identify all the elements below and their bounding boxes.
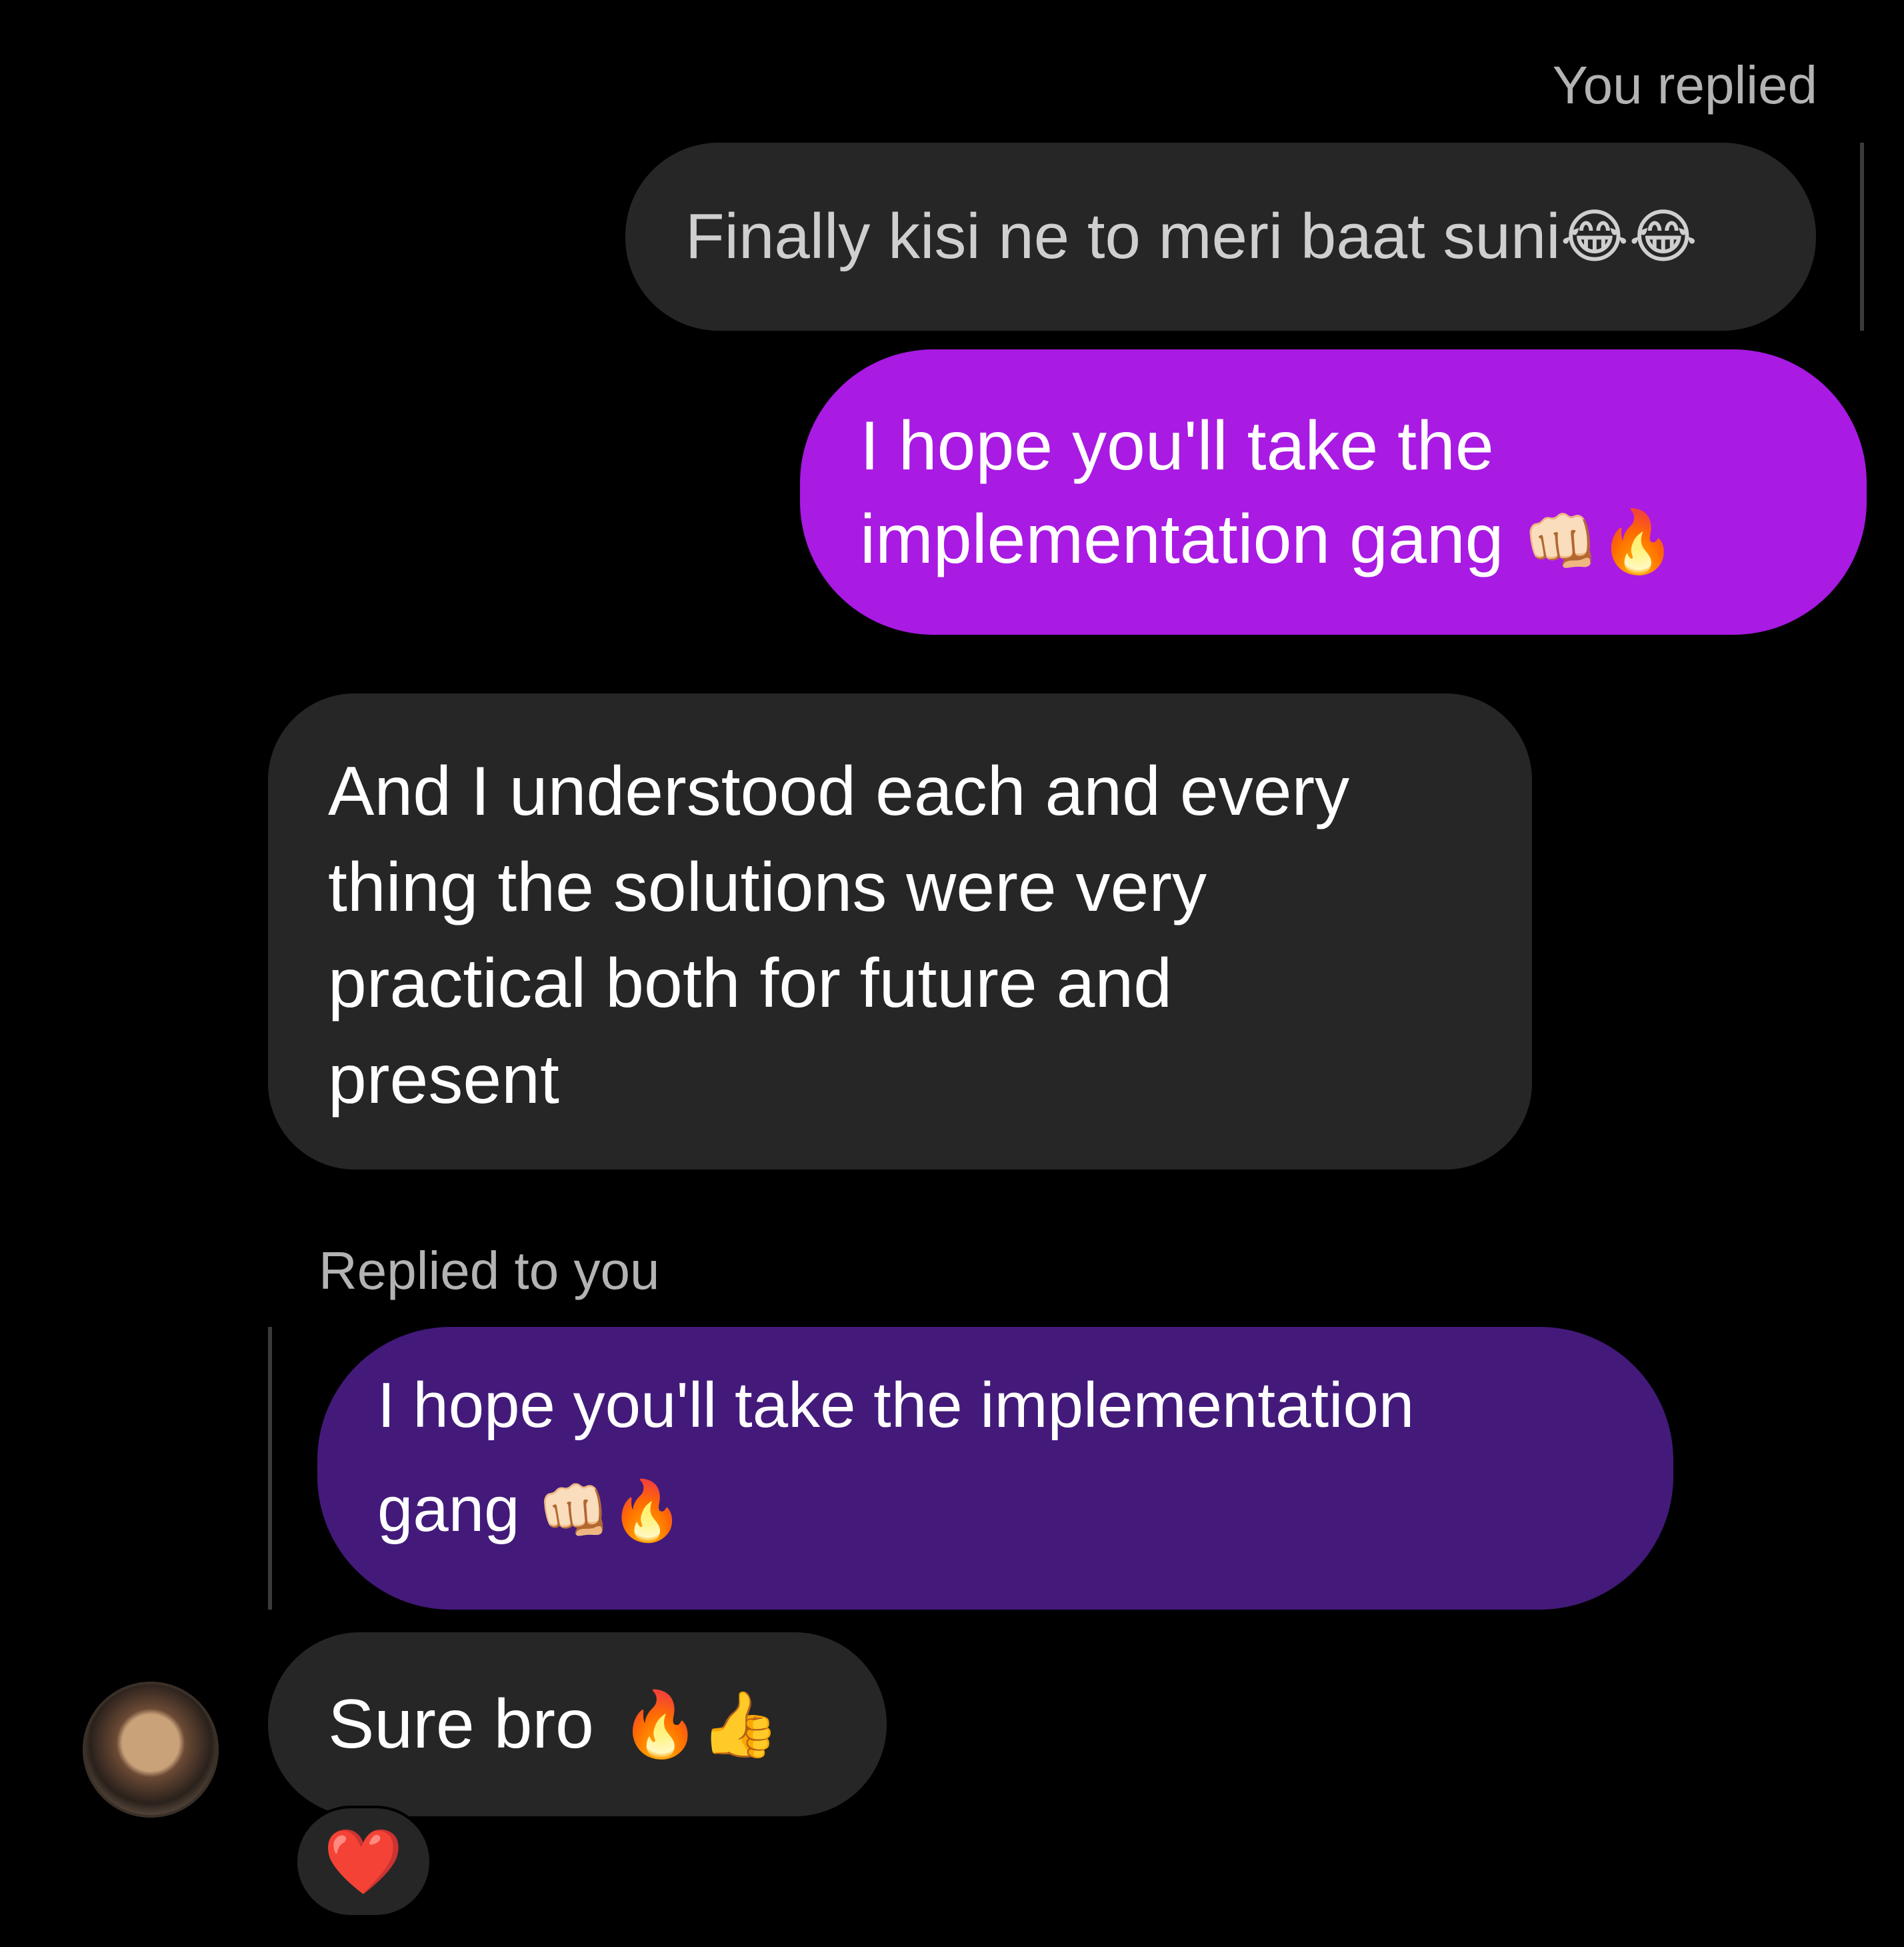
received-message-bubble[interactable]: And I understood each and every thing th… (268, 693, 1532, 1170)
received-message-line-4: present (328, 1041, 559, 1118)
you-replied-caption: You replied (1552, 55, 1817, 115)
received-message-line-2: thing the solutions were very (328, 849, 1207, 926)
sent-message-bubble[interactable]: I hope you'll take the implementation ga… (800, 349, 1867, 635)
last-message-bubble[interactable]: Sure bro 🔥👍 (268, 1632, 887, 1816)
reply-indicator-line (268, 1327, 272, 1610)
replied-message-bubble[interactable]: I hope you'll take the implementation ga… (317, 1327, 1673, 1610)
fire-thumbs-up-emoji-icon: 🔥👍 (620, 1687, 780, 1762)
laughing-emoji-icon: 😂😂 (1560, 202, 1698, 271)
fist-fire-emoji-icon: 👊🏻🔥 (537, 1476, 684, 1545)
quoted-message-text: Finally kisi ne to meri baat suni (685, 201, 1561, 272)
last-message-text: Sure bro (328, 1686, 594, 1763)
sender-avatar[interactable] (83, 1682, 219, 1818)
replied-to-you-caption: Replied to you (319, 1241, 660, 1300)
quote-indicator-line (1860, 143, 1864, 331)
quoted-message-bubble[interactable]: Finally kisi ne to meri baat suni 😂😂 (625, 143, 1816, 331)
heart-icon: ❤️ (323, 1824, 403, 1899)
replied-message-line-1: I hope you'll take the implementation (377, 1370, 1415, 1441)
sent-message-line-2: implementation gang (860, 501, 1504, 578)
sent-message-line-1: I hope you'll take the (860, 407, 1494, 485)
replied-message-line-2: gang (377, 1474, 520, 1545)
received-message-line-1: And I understood each and every (328, 753, 1350, 830)
fist-fire-emoji-icon: 👊🏻🔥 (1523, 506, 1676, 577)
received-message-line-3: practical both for future and (328, 945, 1173, 1022)
heart-reaction[interactable]: ❤️ (295, 1806, 432, 1918)
